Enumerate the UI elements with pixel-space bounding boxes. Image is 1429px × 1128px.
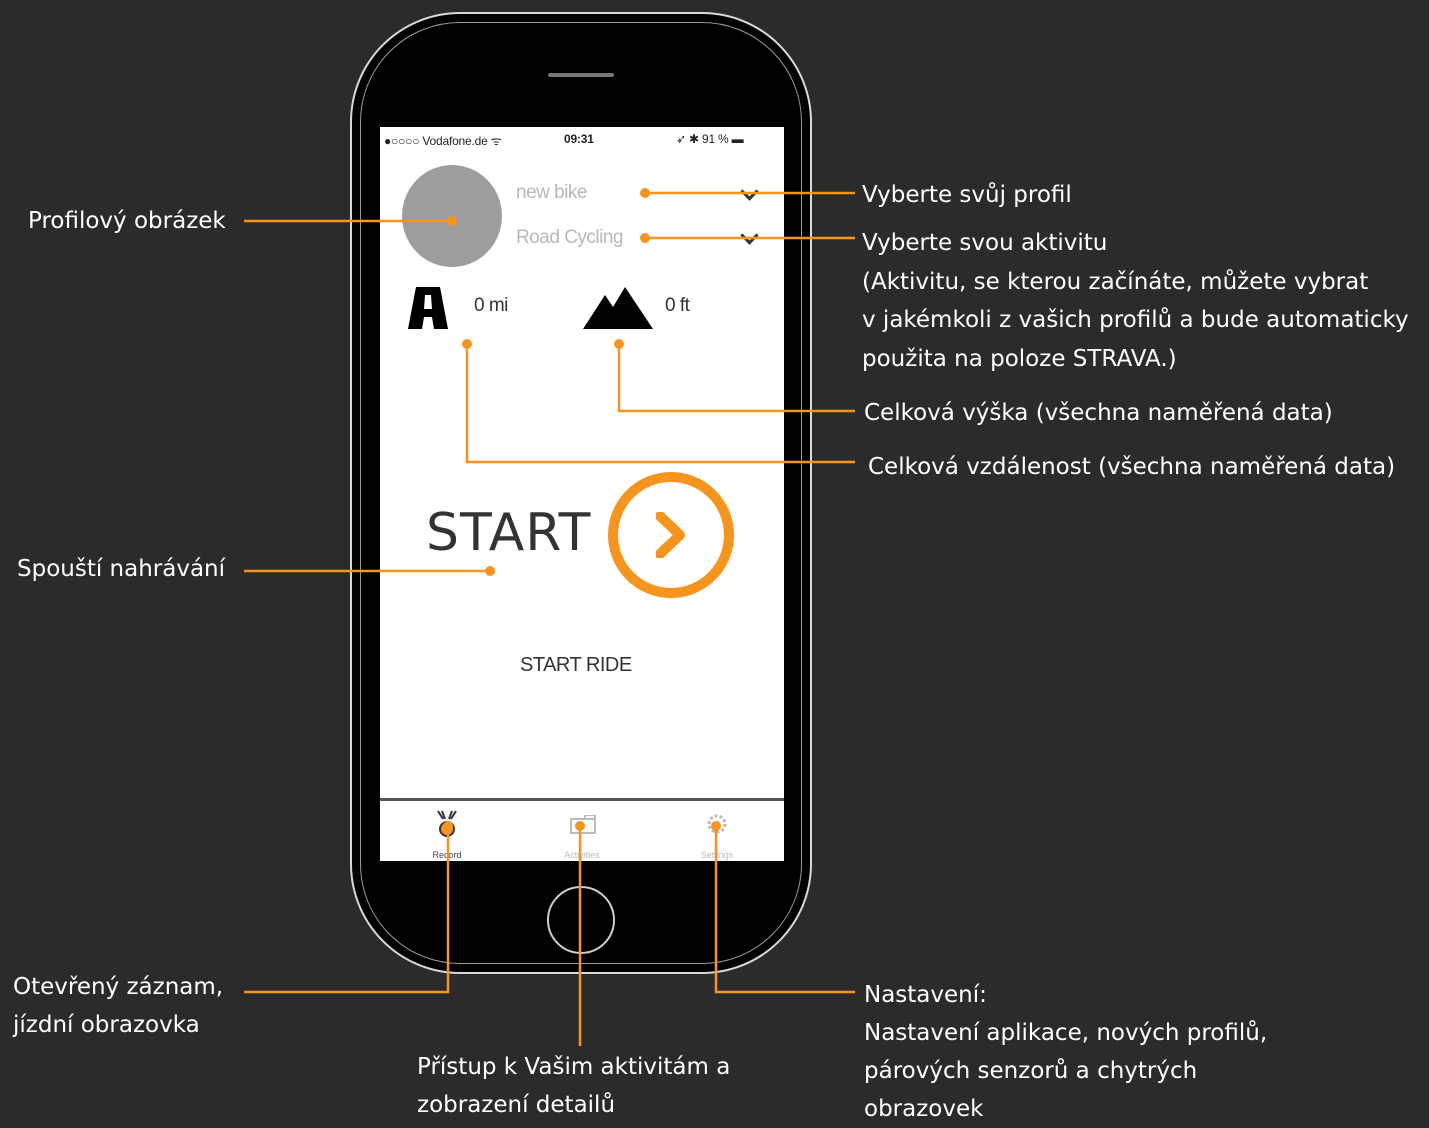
callout-activities-line1: Přístup k Vašim aktivitám a — [417, 1054, 731, 1080]
callout-settings-title: Nastavení: — [864, 982, 987, 1008]
callout-activities-line2: zobrazení detailů — [417, 1092, 616, 1118]
callout-select-activity-line1: (Aktivitu, se kterou začínáte, můžete vy… — [862, 269, 1369, 295]
callout-total-distance: Celková vzdálenost (všechna naměřená dat… — [868, 454, 1396, 480]
callout-select-activity-line3: použita na poloze STRAVA.) — [862, 346, 1177, 372]
callout-total-elevation: Celková výška (všechna naměřená data) — [864, 400, 1333, 426]
callout-start-recording: Spouští nahrávání — [17, 556, 226, 582]
callout-select-activity-line2: v jakémkoli z vašich profilů a bude auto… — [862, 307, 1409, 333]
callout-open-record-line2: jízdní obrazovka — [13, 1012, 200, 1038]
callout-select-profile: Vyberte svůj profil — [862, 182, 1072, 208]
callout-settings-line2: párových senzorů a chytrých — [864, 1058, 1198, 1084]
callout-profile-picture: Profilový obrázek — [28, 208, 226, 234]
callout-select-activity-title: Vyberte svou aktivitu — [862, 230, 1108, 256]
callout-settings-line3: obrazovek — [864, 1096, 984, 1122]
callout-open-record-line1: Otevřený záznam, — [13, 974, 224, 1000]
callout-settings-line1: Nastavení aplikace, nových profilů, — [864, 1020, 1268, 1046]
